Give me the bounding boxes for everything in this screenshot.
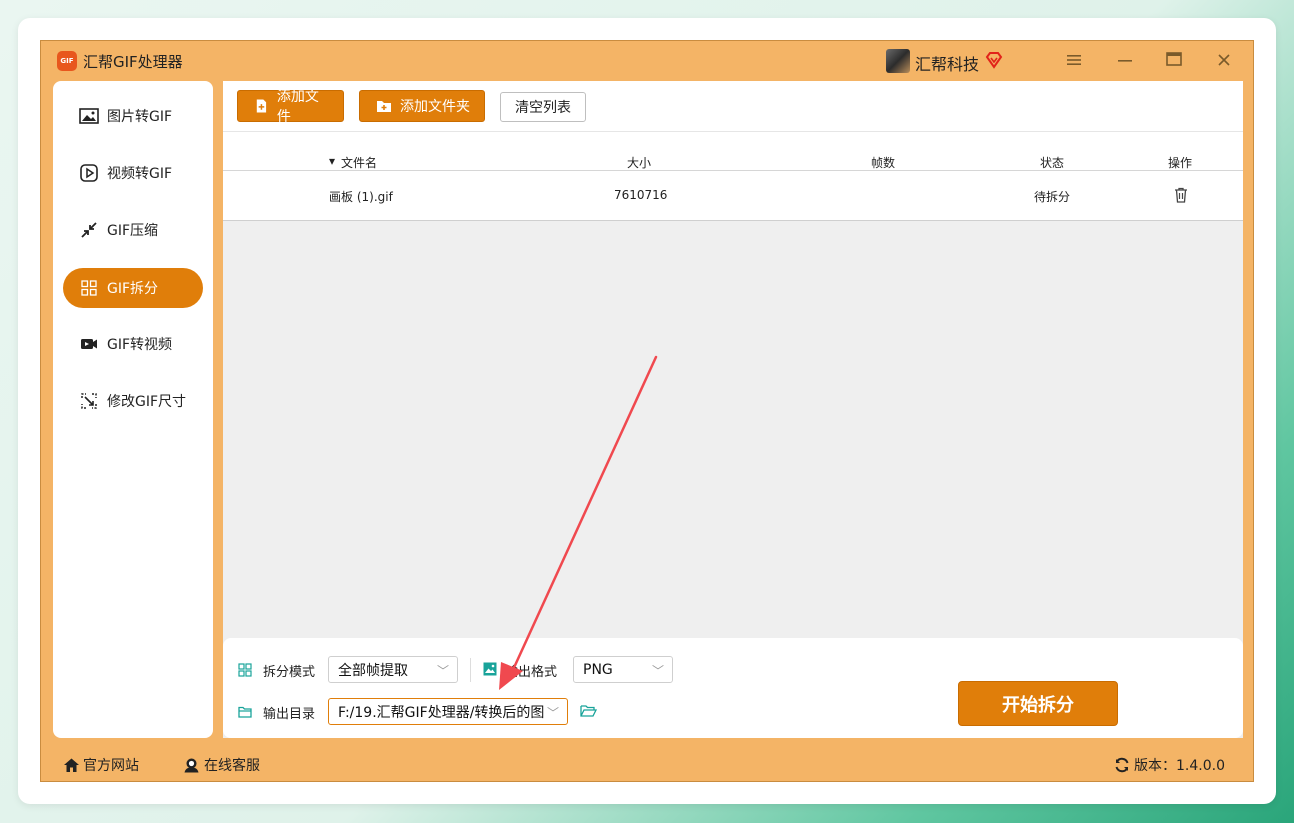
start-split-button[interactable]: 开始拆分 xyxy=(958,681,1118,726)
sidebar-item-label: GIF拆分 xyxy=(107,281,159,297)
add-folder-icon xyxy=(377,101,391,112)
menu-icon[interactable] xyxy=(1062,49,1086,73)
clear-list-button[interactable]: 清空列表 xyxy=(500,92,586,122)
resize-icon xyxy=(79,391,99,411)
video-icon xyxy=(79,334,99,354)
file-size-cell: 7610716 xyxy=(614,188,668,202)
output-format-label: 输出格式 xyxy=(505,665,558,680)
title-bar: GIF 汇帮GIF处理器 汇帮科技 xyxy=(41,41,1253,81)
online-support-label: 在线客服 xyxy=(204,758,260,774)
official-website-label: 官方网站 xyxy=(83,758,139,774)
user-name[interactable]: 汇帮科技 xyxy=(915,51,979,75)
delete-icon[interactable] xyxy=(1174,187,1188,203)
vip-diamond-icon[interactable] xyxy=(985,51,1003,69)
app-logo-icon: GIF xyxy=(57,51,77,71)
sidebar-item-gif-to-video[interactable]: GIF转视频 xyxy=(63,324,203,364)
open-folder-icon[interactable] xyxy=(580,704,597,718)
settings-panel: 拆分模式 全部帧提取 ﹀ 输出格式 PNG ﹀ 输出目录 F:/19.汇帮GIF… xyxy=(223,638,1243,738)
compress-icon xyxy=(79,220,99,240)
chevron-down-icon: ﹀ xyxy=(436,664,449,678)
sidebar-item-image-to-gif[interactable]: 图片转GIF xyxy=(63,96,203,136)
split-icon xyxy=(79,278,99,298)
sidebar-item-gif-compress[interactable]: GIF压缩 xyxy=(63,210,203,250)
official-website-link[interactable]: 官方网站 xyxy=(63,755,139,775)
table-row[interactable]: 画板 (1).gif 7610716 待拆分 xyxy=(223,171,1243,221)
refresh-icon[interactable] xyxy=(1114,757,1130,773)
play-icon xyxy=(79,163,99,183)
split-mode-icon xyxy=(238,663,252,677)
app-window: GIF 汇帮GIF处理器 汇帮科技 图片转GIF 视频转GIF GIF压缩 GI… xyxy=(40,40,1254,782)
folder-icon xyxy=(238,706,252,718)
home-icon xyxy=(64,758,79,772)
divider xyxy=(470,658,471,682)
user-avatar[interactable] xyxy=(886,49,910,73)
add-file-label: 添加文件 xyxy=(276,89,319,125)
app-title: 汇帮GIF处理器 xyxy=(83,53,183,71)
file-name-cell: 画板 (1).gif xyxy=(329,190,393,204)
column-header-frames[interactable]: 帧数 xyxy=(871,154,895,171)
table-header: ▾ 文件名 大小 帧数 状态 操作 xyxy=(223,131,1243,171)
output-format-value: PNG xyxy=(583,661,613,678)
split-mode-value: 全部帧提取 xyxy=(338,662,408,679)
column-header-size[interactable]: 大小 xyxy=(627,154,651,171)
close-icon[interactable] xyxy=(1212,49,1236,73)
toolbar: 添加文件 添加文件夹 清空列表 xyxy=(223,81,1243,131)
add-file-button[interactable]: 添加文件 xyxy=(237,89,344,125)
sidebar: 图片转GIF 视频转GIF GIF压缩 GIF拆分 GIF转视频 修改GIF尺寸 xyxy=(53,81,213,738)
split-mode-label: 拆分模式 xyxy=(263,665,316,680)
minimize-icon[interactable] xyxy=(1113,49,1137,73)
column-header-filename[interactable]: 文件名 xyxy=(341,154,377,171)
version-info: 版本：1.4.0.0 xyxy=(1114,755,1225,775)
split-mode-select[interactable]: 全部帧提取 ﹀ xyxy=(328,656,458,683)
output-format-select[interactable]: PNG ﹀ xyxy=(573,656,673,683)
add-file-icon xyxy=(256,99,267,113)
sidebar-item-label: GIF转视频 xyxy=(107,337,173,353)
column-header-action: 操作 xyxy=(1168,156,1193,170)
output-dir-select[interactable]: F:/19.汇帮GIF处理器/转换后的图 ﹀ xyxy=(328,698,568,725)
output-format-icon xyxy=(483,662,497,676)
output-dir-label: 输出目录 xyxy=(263,707,316,722)
sidebar-item-label: 图片转GIF xyxy=(107,109,173,125)
chevron-down-icon: ﹀ xyxy=(543,704,559,721)
sidebar-item-label: GIF压缩 xyxy=(107,223,159,239)
version-label: 版本：1.4.0.0 xyxy=(1134,758,1225,774)
column-header-status[interactable]: 状态 xyxy=(1040,154,1064,171)
main-panel: 添加文件 添加文件夹 清空列表 ▾ 文件名 大小 帧数 状态 操作 画板 (1)… xyxy=(223,81,1243,738)
online-support-link[interactable]: 在线客服 xyxy=(183,755,260,775)
sidebar-item-label: 视频转GIF xyxy=(107,166,173,182)
sort-arrow-icon[interactable]: ▾ xyxy=(329,154,335,168)
image-icon xyxy=(79,106,99,126)
sidebar-item-gif-split[interactable]: GIF拆分 xyxy=(63,268,203,308)
sidebar-item-video-to-gif[interactable]: 视频转GIF xyxy=(63,153,203,193)
output-dir-value: F:/19.汇帮GIF处理器/转换后的图 xyxy=(338,704,545,721)
sidebar-item-gif-resize[interactable]: 修改GIF尺寸 xyxy=(63,381,203,421)
chevron-down-icon: ﹀ xyxy=(651,664,664,678)
add-folder-label: 添加文件夹 xyxy=(400,99,470,115)
support-icon xyxy=(184,758,199,773)
sidebar-item-label: 修改GIF尺寸 xyxy=(107,394,187,410)
add-folder-button[interactable]: 添加文件夹 xyxy=(359,90,485,122)
maximize-icon[interactable] xyxy=(1162,49,1186,73)
status-cell: 待拆分 xyxy=(1034,190,1071,204)
